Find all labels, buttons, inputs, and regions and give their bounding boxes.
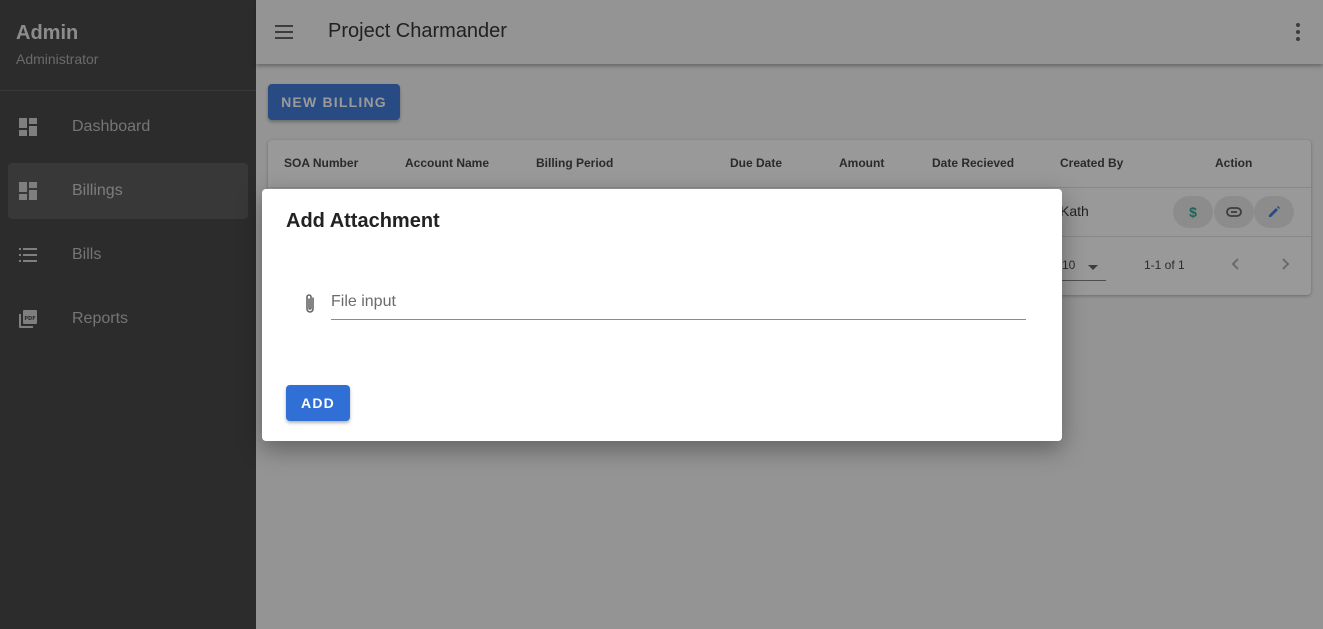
add-button[interactable]: ADD [286,385,350,421]
dialog-title: Add Attachment [286,210,440,232]
add-attachment-dialog: Add Attachment ADD [262,189,1062,441]
file-input[interactable] [331,289,1026,315]
file-input-field[interactable] [331,289,1026,320]
paperclip-icon[interactable] [302,292,318,316]
